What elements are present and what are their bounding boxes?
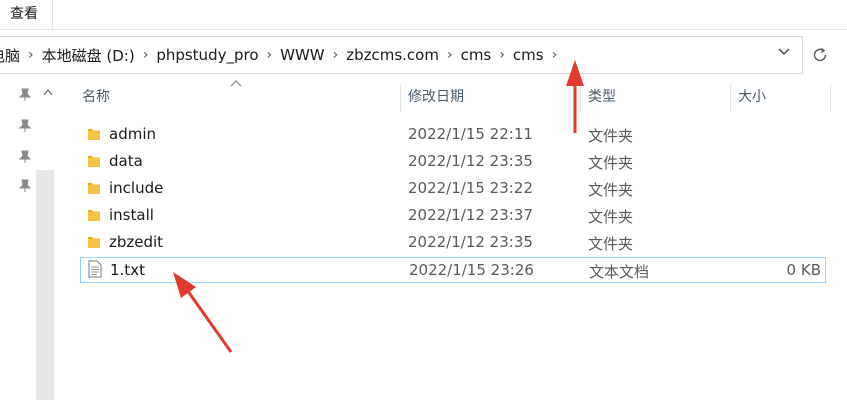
pin-icon[interactable]: [18, 119, 32, 136]
breadcrumb-cms[interactable]: cms: [457, 46, 496, 64]
folder-icon: [87, 208, 101, 222]
file-name: install: [109, 206, 154, 224]
folder-icon: [87, 181, 101, 195]
breadcrumb-separator-icon[interactable]: ›: [139, 47, 153, 63]
file-name: 1.txt: [110, 261, 145, 279]
breadcrumb-separator-icon[interactable]: ›: [443, 47, 457, 63]
breadcrumb-this-pc[interactable]: 电脑: [0, 45, 24, 66]
breadcrumb-expand-icon[interactable]: ›: [548, 47, 562, 63]
caret-up-icon[interactable]: [43, 86, 53, 99]
breadcrumb: 电脑 › 本地磁盘 (D:) › phpstudy_pro › WWW › zb…: [0, 37, 802, 73]
column-header-size[interactable]: 大小: [738, 82, 828, 112]
chevron-down-icon[interactable]: [778, 45, 790, 59]
file-type: 文件夹: [588, 235, 634, 253]
breadcrumb-www[interactable]: WWW: [276, 46, 329, 64]
file-name: zbzedit: [109, 233, 164, 251]
folder-icon: [87, 127, 101, 141]
address-bar[interactable]: 电脑 › 本地磁盘 (D:) › phpstudy_pro › WWW › zb…: [0, 36, 803, 74]
file-date: 2022/1/15 23:22: [408, 179, 533, 197]
breadcrumb-separator-icon[interactable]: ›: [24, 47, 38, 63]
breadcrumb-local-disk[interactable]: 本地磁盘 (D:): [38, 45, 139, 66]
pin-icon[interactable]: [18, 179, 32, 196]
column-divider[interactable]: [730, 84, 731, 112]
pin-icon[interactable]: [18, 150, 32, 167]
pin-icon[interactable]: [18, 88, 32, 105]
breadcrumb-cms-current[interactable]: cms: [509, 46, 548, 64]
file-date: 2022/1/12 23:35: [408, 233, 533, 251]
file-row-admin[interactable]: admin 2022/1/15 22:11 文件夹: [80, 122, 826, 148]
file-date: 2022/1/12 23:35: [408, 152, 533, 170]
file-date: 2022/1/15 22:11: [408, 125, 533, 143]
column-header-type[interactable]: 类型: [588, 82, 728, 112]
file-row-install[interactable]: install 2022/1/12 23:37 文件夹: [80, 203, 826, 229]
breadcrumb-separator-icon[interactable]: ›: [329, 47, 343, 63]
file-type: 文本文档: [589, 263, 650, 281]
file-row-include[interactable]: include 2022/1/15 23:22 文件夹: [80, 176, 826, 202]
folder-icon: [87, 235, 101, 249]
breadcrumb-separator-icon[interactable]: ›: [263, 47, 277, 63]
file-row-data[interactable]: data 2022/1/12 23:35 文件夹: [80, 149, 826, 175]
file-type: 文件夹: [588, 181, 634, 199]
refresh-icon[interactable]: [803, 36, 837, 74]
column-divider[interactable]: [400, 84, 401, 112]
breadcrumb-zbzcms[interactable]: zbzcms.com: [342, 46, 443, 64]
file-row-1-txt[interactable]: 1.txt 2022/1/15 23:26 文本文档 0 KB: [80, 257, 826, 283]
column-divider[interactable]: [580, 84, 581, 112]
file-name: data: [109, 152, 143, 170]
folder-icon: [87, 154, 101, 168]
file-type: 文件夹: [588, 208, 634, 226]
file-type: 文件夹: [588, 127, 634, 145]
column-header-name[interactable]: 名称: [82, 82, 402, 112]
ribbon: 查看: [0, 0, 847, 30]
arrow-shaft: [183, 286, 233, 353]
column-header-date[interactable]: 修改日期: [408, 82, 578, 112]
file-row-zbzedit[interactable]: zbzedit 2022/1/12 23:35 文件夹: [80, 230, 826, 256]
column-divider[interactable]: [830, 84, 831, 112]
file-type: 文件夹: [588, 154, 634, 172]
file-name: admin: [109, 125, 156, 143]
arrow-to-file-icon: [173, 272, 233, 353]
text-file-icon: [88, 260, 102, 278]
file-date: 2022/1/12 23:37: [408, 206, 533, 224]
nav-scrollbar[interactable]: [36, 170, 54, 400]
tab-view[interactable]: 查看: [0, 0, 53, 29]
breadcrumb-phpstudy[interactable]: phpstudy_pro: [152, 46, 262, 64]
file-size: 0 KB: [786, 261, 821, 279]
file-date: 2022/1/15 23:26: [409, 261, 534, 279]
breadcrumb-separator-icon[interactable]: ›: [495, 47, 509, 63]
file-name: include: [109, 179, 164, 197]
